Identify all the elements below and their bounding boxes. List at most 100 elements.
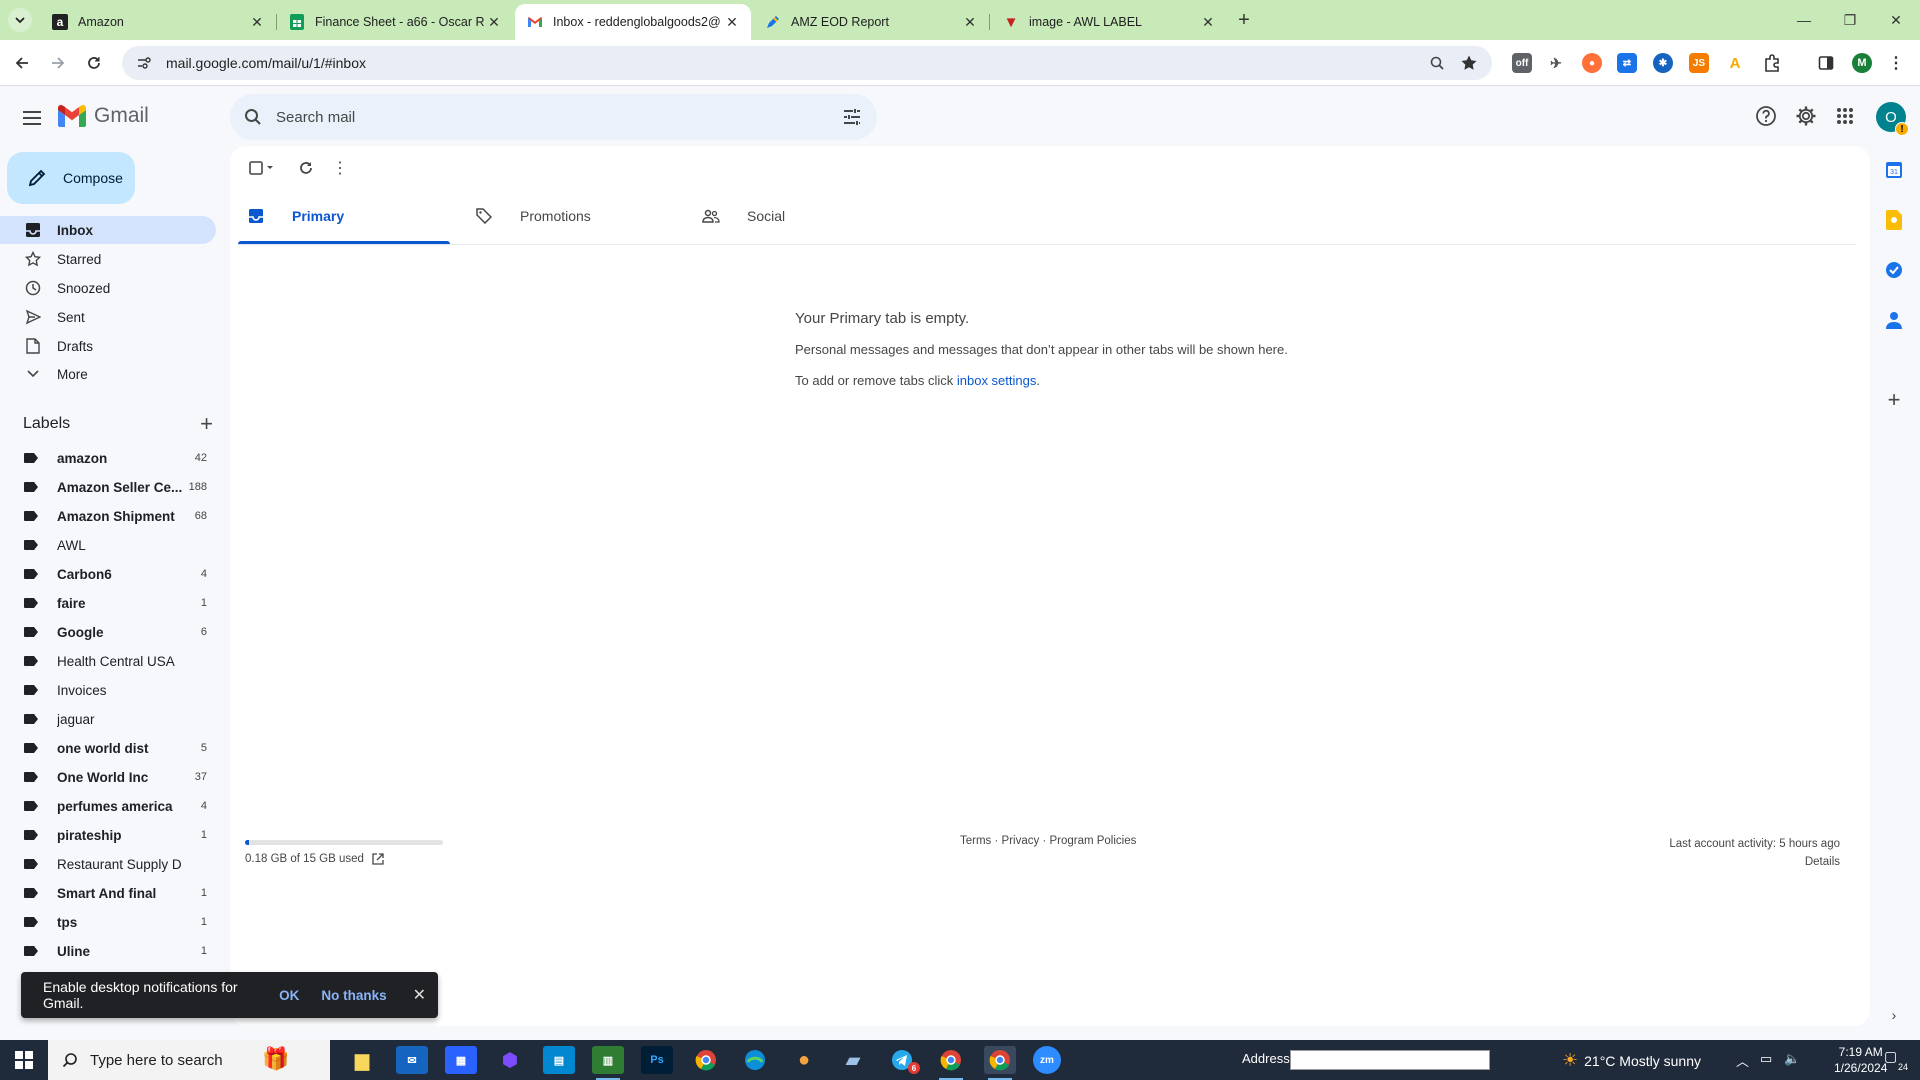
label-item[interactable]: Restaurant Supply D <box>0 850 216 878</box>
label-item[interactable]: Amazon Shipment 68 <box>0 502 216 530</box>
remote-desktop-icon[interactable]: ▤ <box>543 1046 575 1074</box>
notification-center-icon[interactable]: ▢ <box>1884 1048 1897 1065</box>
profile-avatar-icon[interactable]: M <box>1852 53 1872 73</box>
select-all-checkbox[interactable] <box>244 154 280 182</box>
label-item[interactable]: one world dist 5 <box>0 734 216 762</box>
js-extension-icon[interactable]: JS <box>1689 53 1709 73</box>
taskbar-search-input[interactable]: Type here to search <box>90 1052 223 1069</box>
close-icon[interactable]: ✕ <box>413 985 426 1005</box>
taskbar-address-input[interactable] <box>1290 1050 1490 1070</box>
label-item[interactable]: pirateship 1 <box>0 821 216 849</box>
extensions-puzzle-icon[interactable] <box>1762 53 1782 73</box>
storage-usage[interactable]: 0.18 GB of 15 GB used <box>245 853 384 865</box>
zoom-app-icon[interactable]: zm <box>1033 1046 1061 1074</box>
calendar-app-icon[interactable]: 31 <box>1882 158 1906 182</box>
close-icon[interactable]: ✕ <box>723 13 741 31</box>
label-item[interactable]: tps 1 <box>0 908 216 936</box>
label-item[interactable]: jaguar <box>0 705 216 733</box>
close-icon[interactable]: ✕ <box>248 13 266 31</box>
calculator-icon[interactable]: ▥ <box>592 1046 624 1080</box>
label-item[interactable]: perfumes america 4 <box>0 792 216 820</box>
label-item[interactable]: Amazon Seller Ce... 188 <box>0 473 216 501</box>
telegram-icon[interactable]: 6 <box>886 1046 920 1074</box>
contacts-app-icon[interactable] <box>1882 308 1906 332</box>
footer-links[interactable]: Terms · Privacy · Program Policies <box>960 835 1136 847</box>
volume-icon[interactable]: 🔈 <box>1784 1051 1800 1067</box>
label-item[interactable]: Health Central USA <box>0 647 216 675</box>
search-bar[interactable]: Search mail <box>230 94 877 140</box>
translate-extension-icon[interactable]: ⇄ <box>1617 53 1637 73</box>
mail-app-icon[interactable]: ✉ <box>396 1046 428 1074</box>
nav-item-more[interactable]: More <box>0 360 216 388</box>
site-info-icon[interactable] <box>136 55 152 71</box>
off-extension-icon[interactable]: off <box>1512 53 1532 73</box>
label-item[interactable]: One World Inc 37 <box>0 763 216 791</box>
main-menu-button[interactable] <box>18 104 46 132</box>
compose-button[interactable]: Compose <box>7 152 135 204</box>
start-button[interactable] <box>0 1040 48 1080</box>
snackbar-no-thanks-button[interactable]: No thanks <box>321 988 386 1003</box>
create-label-button[interactable]: + <box>200 411 213 437</box>
chrome-icon[interactable] <box>690 1046 722 1074</box>
label-item[interactable]: Google 6 <box>0 618 216 646</box>
close-icon[interactable]: ✕ <box>961 13 979 31</box>
notepad-icon[interactable]: ▰ <box>837 1046 869 1074</box>
new-tab-button[interactable]: + <box>1232 8 1256 32</box>
file-explorer-icon[interactable]: ▆ <box>346 1046 378 1074</box>
browser-tab-amz-eod[interactable]: AMZ EOD Report ✕ <box>753 4 989 40</box>
google-apps-button[interactable] <box>1831 102 1859 130</box>
plane-extension-icon[interactable]: ✈ <box>1546 53 1566 73</box>
browser-tab-amazon[interactable]: a Amazon ✕ <box>40 4 276 40</box>
tab-social[interactable]: Social <box>693 188 905 244</box>
nav-item-drafts[interactable]: Drafts <box>0 332 216 360</box>
restore-button[interactable]: ❐ <box>1834 6 1866 34</box>
nav-item-starred[interactable]: Starred <box>0 245 216 273</box>
tray-chevron-up-icon[interactable]: ︿ <box>1736 1051 1749 1070</box>
reload-button[interactable] <box>80 49 108 77</box>
nav-item-snoozed[interactable]: Snoozed <box>0 274 216 302</box>
taskbar-search[interactable]: Type here to search 🎁 <box>48 1040 330 1080</box>
hexagon-app-icon[interactable]: ⬢ <box>494 1046 526 1074</box>
side-panel-icon[interactable] <box>1816 53 1836 73</box>
edge-icon[interactable] <box>739 1046 771 1074</box>
store-app-icon[interactable]: ▦ <box>445 1046 477 1074</box>
inbox-settings-link[interactable]: inbox settings <box>957 373 1037 388</box>
label-item[interactable]: AWL <box>0 531 216 559</box>
weather-widget[interactable]: ☀ 21°C Mostly sunny <box>1562 1050 1701 1071</box>
nav-item-inbox[interactable]: Inbox <box>0 216 216 244</box>
taskbar-clock[interactable]: 7:19 AM 1/26/2024 <box>1834 1044 1887 1076</box>
address-bar[interactable]: mail.google.com/mail/u/1/#inbox <box>122 46 1492 80</box>
forward-button[interactable] <box>44 49 72 77</box>
support-button[interactable] <box>1752 102 1780 130</box>
tasks-app-icon[interactable] <box>1882 258 1906 282</box>
collapse-panel-chevron-icon[interactable]: › <box>1882 1003 1906 1027</box>
label-item[interactable]: Smart And final 1 <box>0 879 216 907</box>
nav-item-sent[interactable]: Sent <box>0 303 216 331</box>
minimize-button[interactable]: — <box>1788 6 1820 34</box>
close-icon[interactable]: ✕ <box>485 13 503 31</box>
get-addons-icon[interactable]: + <box>1882 387 1906 412</box>
network-icon[interactable]: ▭ <box>1760 1051 1772 1067</box>
globe-extension-icon[interactable]: ✱ <box>1653 53 1673 73</box>
browser-tab-finance-sheet[interactable]: Finance Sheet - a66 - Oscar Re ✕ <box>277 4 513 40</box>
tab-search-button[interactable] <box>8 8 32 32</box>
snackbar-ok-button[interactable]: OK <box>279 988 299 1003</box>
tab-promotions[interactable]: Promotions <box>466 188 678 244</box>
tab-primary[interactable]: Primary <box>238 188 450 244</box>
window-close-button[interactable]: ✕ <box>1880 6 1912 34</box>
more-options-icon[interactable]: ⋮ <box>328 154 352 182</box>
chrome-active-window-icon[interactable] <box>984 1046 1016 1080</box>
external-link-icon[interactable] <box>372 853 384 865</box>
label-item[interactable]: Uline 1 <box>0 937 216 965</box>
settings-button[interactable] <box>1792 102 1820 130</box>
label-item[interactable]: Invoices <box>0 676 216 704</box>
zoom-icon[interactable] <box>1428 54 1446 72</box>
search-icon[interactable] <box>244 108 262 126</box>
label-item[interactable]: amazon 42 <box>0 444 216 472</box>
translate-a-extension-icon[interactable]: A <box>1725 53 1745 73</box>
firefox-extension-icon[interactable]: ● <box>1582 53 1602 73</box>
browser-tab-awl-label[interactable]: ▼ image - AWL LABEL ✕ <box>991 4 1227 40</box>
bag-app-icon[interactable]: ● <box>788 1046 820 1074</box>
label-item[interactable]: Carbon6 4 <box>0 560 216 588</box>
activity-details-link[interactable]: Details <box>1669 853 1840 871</box>
